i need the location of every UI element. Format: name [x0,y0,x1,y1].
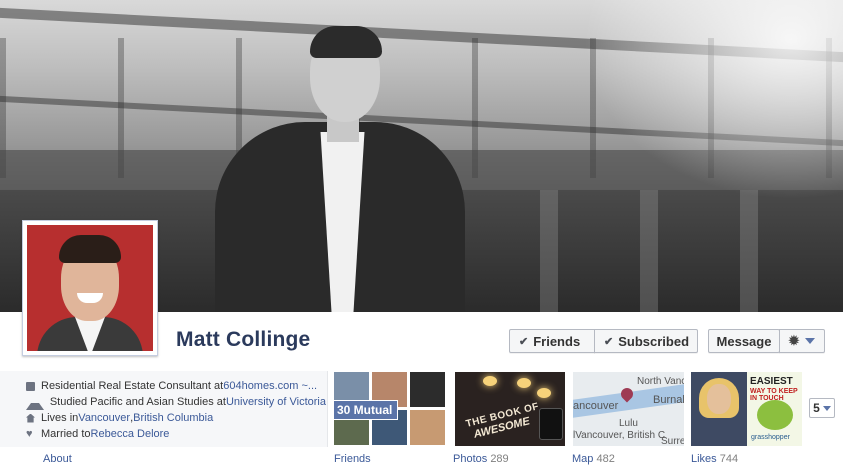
info-lives: Lives in Vancouver , British Columbia [26,410,326,426]
more-sections-dropdown[interactable]: 5 [809,398,835,418]
info-relationship: ♥ Married to Rebecca Delore [26,426,326,442]
friends-tile[interactable]: 30 Mutual [334,372,446,446]
profile-picture[interactable] [22,220,158,356]
cover-pillar [540,190,558,312]
map-label-burnaby: Burnal [653,394,684,406]
info-education: Studied Pacific and Asian Studies at Uni… [26,394,326,410]
work-link[interactable]: 604homes.com ~... [223,380,317,392]
tab-photos-label: Photos [453,453,488,465]
photo-lamp [537,388,551,398]
friends-button[interactable]: ✔ Friends [509,329,595,353]
tab-about[interactable]: About [43,453,72,465]
chevron-down-icon [805,338,816,344]
message-button[interactable]: Message [708,329,780,353]
like-person-face [707,384,731,414]
check-icon: ✔ [519,335,529,348]
tab-friends[interactable]: Friends [334,453,371,465]
like-thumbnail-person [691,372,747,446]
cover-pillar [740,190,758,312]
gear-icon: ✹ [788,333,800,348]
map-tile[interactable]: North Vanc ancouver Burnal Lulu lVancouv… [573,372,684,446]
profile-picture-hair [59,235,121,263]
house-icon [26,413,35,423]
map-label-north-vancouver: North Vanc [637,376,684,387]
info-lives-text: Lives in [41,412,79,424]
friend-thumbnail [410,410,445,445]
region-link[interactable]: British Columbia [133,412,213,424]
friends-button-label: Friends [533,333,581,349]
cover-pillar [640,190,658,312]
about-summary: Residential Real Estate Consultant at 60… [26,378,326,442]
info-work-text: Residential Real Estate Consultant at [41,380,224,392]
check-icon: ✔ [604,335,614,348]
profile-name[interactable]: Matt Collinge [176,328,310,352]
like-ad-brand: grasshopper [751,434,790,441]
map-label-surrey: Surre [661,436,684,446]
heart-icon: ♥ [26,427,33,440]
cover-person [215,22,465,312]
tab-likes-count: 744 [719,453,739,465]
like-ad-headline: EASIEST [750,376,793,387]
tab-likes[interactable]: Likes 744 [691,453,738,465]
info-relationship-text: Married to [41,428,91,440]
friend-thumbnail [410,372,445,407]
message-button-label: Message [716,333,772,349]
tab-map-label: Map [572,453,594,465]
spouse-link[interactable]: Rebecca Delore [91,428,170,440]
education-link[interactable]: University of Victoria [226,396,326,408]
briefcase-icon [26,381,35,391]
tab-photos[interactable]: Photos 289 [453,453,509,465]
photo-lamp [517,378,531,388]
profile-picture-image [27,225,153,351]
city-link[interactable]: Vancouver [78,412,130,424]
tab-photos-count: 289 [490,453,509,465]
info-work: Residential Real Estate Consultant at 60… [26,378,326,394]
photos-tile[interactable]: THE BOOK OF AWESOME [455,372,565,446]
grasshopper-icon [757,400,793,430]
mutual-friends-badge: 30 Mutual [334,400,399,420]
settings-dropdown-button[interactable]: ✹ [779,329,825,353]
graduation-cap-icon [26,394,44,410]
tab-map[interactable]: Map 482 [572,453,615,465]
subscribed-button-label: Subscribed [618,333,690,349]
more-sections-count: 5 [813,401,820,415]
cover-light [583,0,843,200]
like-thumbnail-ad: EASIEST WAY TO KEEP IN TOUCH grasshopper [747,372,802,446]
tab-map-count: 482 [596,453,615,465]
subscribed-button[interactable]: ✔ Subscribed [594,329,698,353]
map-label-bottom: lVancouver, British C [573,430,666,441]
info-education-text: Studied Pacific and Asian Studies at [49,396,226,408]
tab-likes-label: Likes [691,453,717,465]
map-label-vancouver: ancouver [573,400,619,412]
chevron-down-icon [822,405,831,411]
cover-person-hair [310,26,382,58]
map-label-lulu: Lulu [619,418,638,429]
likes-tile[interactable]: EASIEST WAY TO KEEP IN TOUCH grasshopper [691,372,802,446]
photo-lamp [483,376,497,386]
photo-phone [539,408,563,440]
